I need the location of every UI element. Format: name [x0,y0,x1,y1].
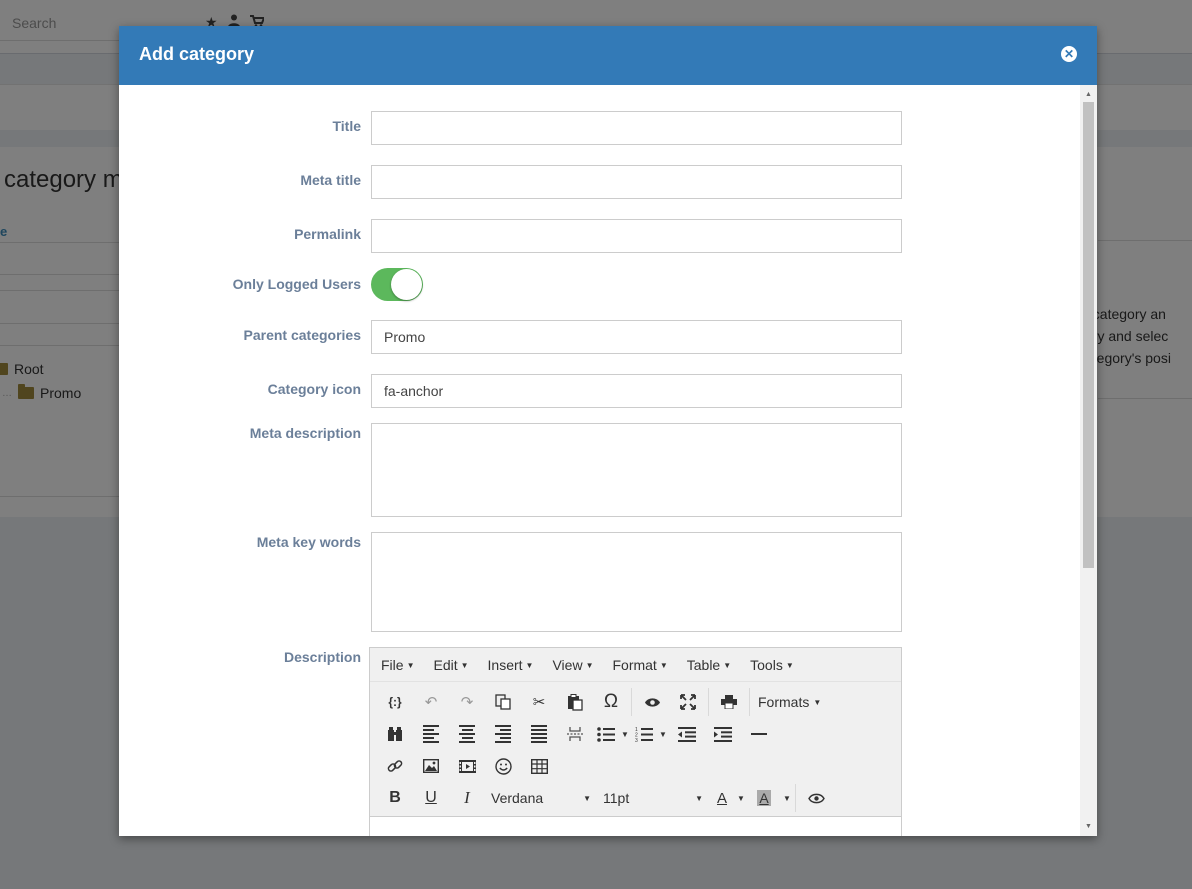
permalink-label: Permalink [294,226,361,242]
bullet-list-icon[interactable] [593,720,619,748]
outdent-icon[interactable] [669,720,705,748]
editor-toolbar-row-2: ▼ 123 ▼ [370,718,901,750]
toggle-knob [391,269,422,300]
toolbar-separator [708,688,709,716]
numbered-list-icon[interactable]: 123 [631,720,657,748]
cut-icon[interactable]: ✂ [521,688,557,716]
font-size-select[interactable]: 11pt ▼ [597,790,709,806]
source-code-icon[interactable]: {:} [377,688,413,716]
formats-dropdown[interactable]: Formats ▼ [752,694,827,710]
bullet-list-dropdown[interactable]: ▼ [619,730,631,739]
description-label: Description [283,649,361,665]
editor-content-area[interactable] [370,816,901,836]
toolbar-separator [795,784,796,812]
scrollbar-thumb[interactable] [1083,102,1094,568]
text-color-icon[interactable]: A [709,784,735,812]
only-logged-users-label: Only Logged Users [232,276,361,292]
emoticon-icon[interactable] [485,752,521,780]
category-icon-input[interactable]: fa-anchor [371,374,902,408]
undo-icon[interactable]: ↶ [413,688,449,716]
rich-text-editor: File ▼ Edit ▼ Insert ▼ View ▼ Format ▼ Table ▼… [369,647,902,836]
link-icon[interactable] [377,752,413,780]
meta-key-words-textarea[interactable] [371,532,902,632]
menu-format[interactable]: Format ▼ [612,657,667,673]
toolbar-separator [749,688,750,716]
font-family-select[interactable]: Verdana ▼ [485,790,597,806]
parent-categories-select[interactable]: Promo [371,320,902,354]
add-category-modal: Add category ✕ Title Meta title Permalin… [119,26,1097,836]
paste-icon[interactable] [557,688,593,716]
background-color-dropdown[interactable]: ▼ [781,794,793,803]
media-icon[interactable] [449,752,485,780]
modal-header: Add category ✕ [119,26,1097,85]
print-icon[interactable] [711,688,747,716]
background-color-icon[interactable]: A [747,784,781,812]
copy-icon[interactable] [485,688,521,716]
toolbar-separator [631,688,632,716]
close-icon[interactable]: ✕ [1061,46,1077,62]
title-label: Title [332,118,361,134]
meta-title-input[interactable] [371,165,902,199]
align-justify-icon[interactable] [521,720,557,748]
menu-tools[interactable]: Tools ▼ [750,657,794,673]
menu-file[interactable]: File ▼ [381,657,414,673]
preview-icon[interactable] [634,688,670,716]
menu-view[interactable]: View ▼ [552,657,593,673]
title-input[interactable] [371,111,902,145]
italic-icon[interactable]: I [449,784,485,812]
menu-edit[interactable]: Edit ▼ [433,657,468,673]
scroll-up-arrow-icon[interactable]: ▲ [1080,87,1097,102]
align-left-icon[interactable] [413,720,449,748]
bold-icon[interactable]: B [377,784,413,812]
parent-categories-label: Parent categories [243,327,362,343]
table-icon[interactable] [521,752,557,780]
modal-body: Title Meta title Permalink Only Logged U… [119,85,1097,836]
find-replace-icon[interactable] [377,720,413,748]
page-break-icon[interactable] [557,720,593,748]
editor-toolbar-row-3 [370,750,901,782]
permalink-input[interactable] [371,219,902,253]
modal-title: Add category [139,44,255,64]
text-color-dropdown[interactable]: ▼ [735,794,747,803]
editor-toolbar-row-1: {:} ↶ ↷ ✂ Ω Formats ▼ [370,686,901,718]
modal-scrollbar[interactable]: ▲ ▼ [1080,85,1097,836]
meta-key-words-label: Meta key words [256,534,361,550]
align-center-icon[interactable] [449,720,485,748]
menu-insert[interactable]: Insert ▼ [488,657,534,673]
fullscreen-icon[interactable] [670,688,706,716]
meta-title-label: Meta title [300,172,361,188]
horizontal-rule-icon[interactable] [741,720,777,748]
redo-icon[interactable]: ↷ [449,688,485,716]
image-icon[interactable] [413,752,449,780]
category-icon-label: Category icon [267,381,361,397]
indent-icon[interactable] [705,720,741,748]
editor-toolbar-row-4: B U I Verdana ▼ 11pt ▼ A ▼ A ▼ [370,782,901,814]
special-character-icon[interactable]: Ω [593,688,629,716]
only-logged-users-toggle[interactable] [371,268,423,301]
svg-text:3: 3 [635,738,638,742]
scroll-down-arrow-icon[interactable]: ▼ [1080,819,1097,834]
align-right-icon[interactable] [485,720,521,748]
menu-table[interactable]: Table ▼ [687,657,731,673]
underline-icon[interactable]: U [413,784,449,812]
numbered-list-dropdown[interactable]: ▼ [657,730,669,739]
meta-description-textarea[interactable] [371,423,902,517]
meta-description-label: Meta description [249,425,361,441]
preview-icon[interactable] [798,784,834,812]
editor-menubar: File ▼ Edit ▼ Insert ▼ View ▼ Format ▼ Table ▼… [370,648,901,682]
